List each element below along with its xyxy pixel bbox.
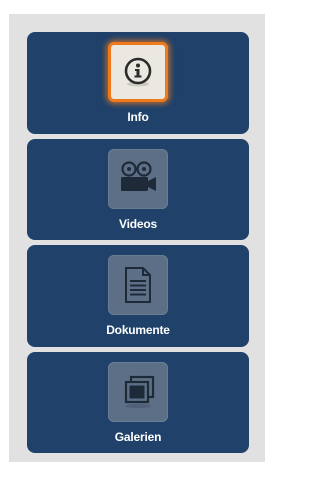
nav-item-label: Videos [119,217,157,231]
nav-item-videos[interactable]: Videos [27,139,249,240]
document-icon [125,267,151,303]
nav-item-label: Galerien [114,430,162,444]
nav-item-label: Dokumente [106,323,170,337]
nav-item-dokumente[interactable]: Dokumente [27,245,249,347]
nav-item-galerien[interactable]: Galerien [27,352,249,453]
gallery-icon-tile [108,362,168,422]
nav-item-label: Info [127,110,149,124]
info-icon [124,57,152,87]
video-camera-icon [121,161,156,191]
nav-list: Info Videos Dokumente Galerien [27,32,249,453]
gallery-icon [124,375,155,408]
nav-item-info[interactable]: Info [27,32,249,134]
document-icon-tile [108,255,168,315]
info-icon-tile [108,42,168,102]
video-icon-tile [108,149,168,209]
